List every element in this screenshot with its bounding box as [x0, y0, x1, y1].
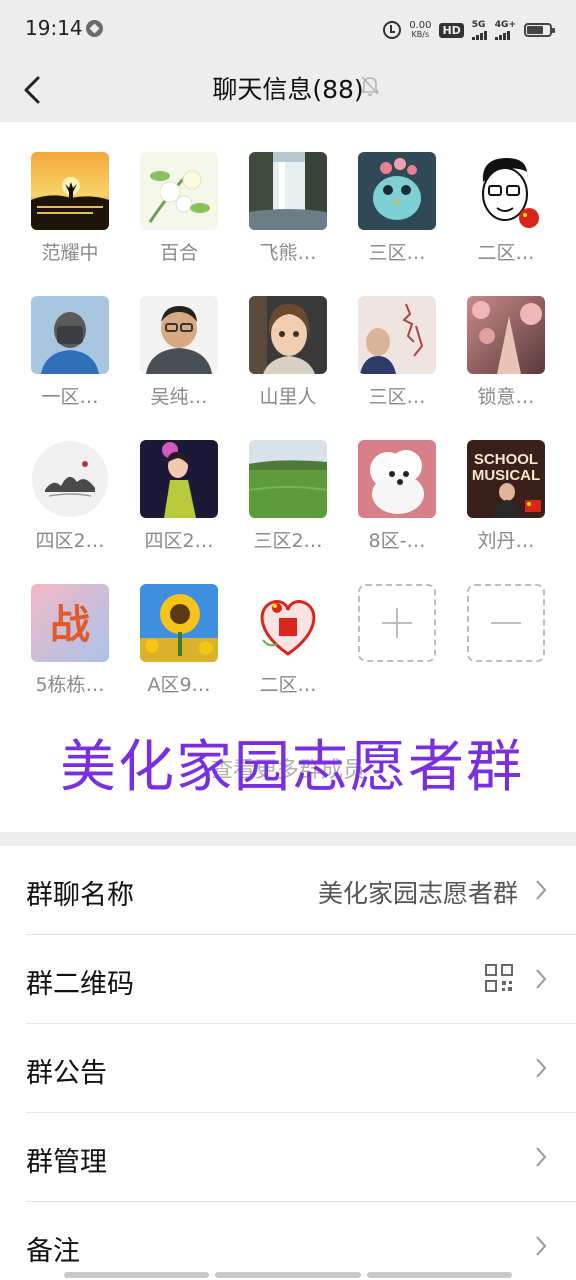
- mute-bell-icon: [361, 76, 379, 96]
- group-name-row[interactable]: 群聊名称 美化家园志愿者群: [0, 846, 576, 935]
- member-item[interactable]: 二区…: [234, 554, 344, 696]
- status-time: 19:14: [25, 16, 83, 40]
- member-item[interactable]: 战 5栋栋…: [16, 554, 126, 696]
- member-item[interactable]: 一区…: [16, 266, 126, 408]
- group-name-value: 美化家园志愿者群: [317, 879, 518, 908]
- member-item[interactable]: 三区2…: [234, 410, 344, 552]
- member-avatar: [249, 584, 327, 662]
- status-bar: 19:14 0.00 KB/s HD 5G 4G+: [0, 0, 576, 58]
- sim2-signal-icon: 4G+: [494, 19, 516, 40]
- member-avatar: [467, 296, 545, 374]
- header: 聊天信息(88): [0, 58, 576, 122]
- member-avatar: [31, 440, 109, 518]
- member-name: 二区…: [259, 674, 317, 696]
- gesture-bar: [64, 1272, 512, 1278]
- member-avatar: [358, 440, 436, 518]
- member-item[interactable]: 飞熊…: [234, 122, 344, 264]
- member-item[interactable]: 二区…: [452, 122, 562, 264]
- svg-text:MUSICAL: MUSICAL: [472, 467, 540, 484]
- group-manage-row[interactable]: 群管理: [0, 1113, 576, 1202]
- member-avatar: 战: [31, 584, 109, 662]
- member-avatar: [358, 152, 436, 230]
- group-qr-label: 群二维码: [26, 969, 134, 1000]
- member-avatar: [140, 152, 218, 230]
- chevron-right-icon: [536, 1236, 547, 1256]
- member-name: 范耀中: [41, 242, 99, 264]
- member-avatar: [140, 296, 218, 374]
- member-name: 刘丹…: [477, 530, 535, 552]
- page-title: 聊天信息(88): [212, 75, 364, 104]
- member-name: 三区2…: [253, 530, 323, 552]
- plus-icon: [358, 584, 436, 662]
- remove-member-button[interactable]: [452, 554, 562, 684]
- member-item[interactable]: 锁意…: [452, 266, 562, 408]
- remark-row[interactable]: 备注: [0, 1202, 576, 1280]
- chevron-right-icon: [536, 880, 547, 900]
- member-item[interactable]: A区9…: [125, 554, 235, 696]
- group-name-label: 群聊名称: [26, 880, 134, 911]
- notification-icon: [86, 20, 103, 37]
- battery-icon: [524, 23, 555, 37]
- alarm-icon: [383, 21, 402, 39]
- member-avatar: [249, 440, 327, 518]
- chevron-right-icon: [536, 1058, 547, 1078]
- member-item[interactable]: 百合: [125, 122, 235, 264]
- group-qr-row[interactable]: 群二维码: [0, 935, 576, 1024]
- member-item[interactable]: 四区2…: [125, 410, 235, 552]
- avatar-poster-text: SCHOOL: [474, 451, 538, 468]
- group-manage-label: 群管理: [26, 1147, 107, 1178]
- member-avatar: [467, 152, 545, 230]
- member-item[interactable]: 四区2…: [16, 410, 126, 552]
- member-avatar: [31, 296, 109, 374]
- member-avatar: [358, 296, 436, 374]
- member-item[interactable]: 三区…: [343, 266, 453, 408]
- overlay-group-title: 美化家园志愿者群: [60, 735, 524, 800]
- member-avatar: [249, 152, 327, 230]
- hd-voice-icon: HD: [439, 22, 464, 38]
- member-item[interactable]: SCHOOL MUSICAL 刘丹…: [452, 410, 562, 552]
- member-name: 三区…: [368, 242, 426, 264]
- group-notice-row[interactable]: 群公告: [0, 1024, 576, 1113]
- member-name: 四区2…: [35, 530, 105, 552]
- qr-code-icon: [485, 964, 513, 992]
- minus-icon: [467, 584, 545, 662]
- member-name: 三区…: [368, 386, 426, 408]
- chevron-right-icon: [536, 969, 547, 989]
- member-avatar: SCHOOL MUSICAL: [467, 440, 545, 518]
- avatar-calligraphy-char: 战: [50, 602, 90, 648]
- sim2-network-label: 4G+: [494, 19, 516, 30]
- member-name: 一区…: [41, 386, 99, 408]
- member-name: 山里人: [259, 386, 317, 408]
- member-item[interactable]: 范耀中: [16, 122, 126, 264]
- member-name: 百合: [159, 242, 198, 264]
- chevron-right-icon: [536, 1147, 547, 1167]
- sim1-signal-icon: 5G: [471, 19, 487, 40]
- member-name: 四区2…: [144, 530, 214, 552]
- member-name: 吴纯…: [150, 386, 208, 408]
- network-speed-unit: KB/s: [411, 30, 430, 39]
- member-name: 二区…: [477, 242, 535, 264]
- member-avatar: [249, 296, 327, 374]
- member-avatar: [140, 584, 218, 662]
- remark-label: 备注: [26, 1236, 80, 1267]
- settings-list: 群聊名称 美化家园志愿者群 群二维码 群公告 群管理 备注: [0, 846, 576, 1280]
- sim1-network-label: 5G: [471, 19, 486, 30]
- network-speed: 0.00 KB/s: [409, 21, 431, 39]
- member-item[interactable]: 三区…: [343, 122, 453, 264]
- member-item[interactable]: 吴纯…: [125, 266, 235, 408]
- member-name: 飞熊…: [259, 242, 317, 264]
- member-name: 锁意…: [477, 386, 535, 408]
- member-avatar: [31, 152, 109, 230]
- section-divider: [0, 832, 576, 846]
- add-member-button[interactable]: [343, 554, 453, 684]
- member-item[interactable]: 8区-…: [343, 410, 453, 552]
- member-name: 8区-…: [368, 530, 426, 552]
- member-name: 5栋栋…: [35, 674, 105, 696]
- group-notice-label: 群公告: [26, 1058, 107, 1089]
- member-avatar: [140, 440, 218, 518]
- member-item[interactable]: 山里人: [234, 266, 344, 408]
- status-indicators: 0.00 KB/s HD 5G 4G+: [383, 18, 555, 42]
- member-name: A区9…: [147, 674, 211, 696]
